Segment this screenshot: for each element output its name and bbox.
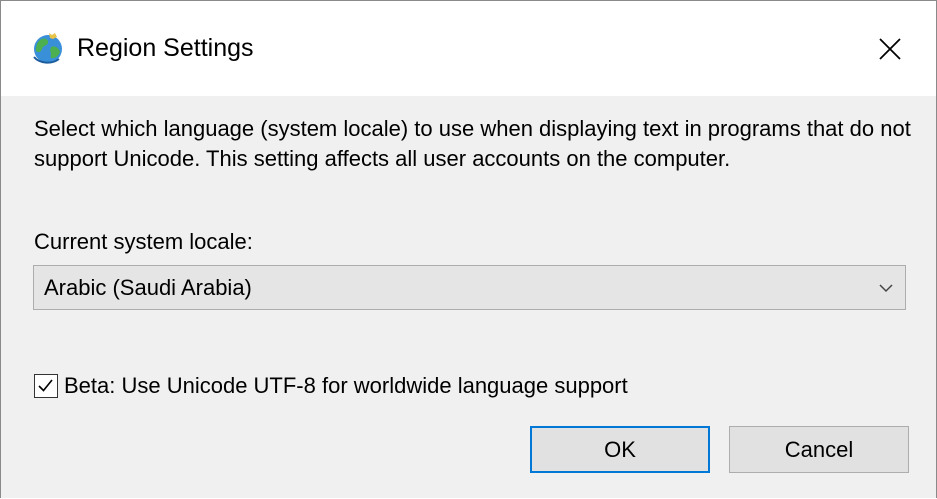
close-icon	[879, 37, 901, 60]
region-settings-dialog: Region Settings Select which language (s…	[0, 0, 937, 498]
description-text: Select which language (system locale) to…	[34, 116, 911, 171]
system-locale-dropdown[interactable]: Arabic (Saudi Arabia)	[33, 265, 906, 310]
locale-label: Current system locale:	[34, 229, 253, 254]
title-bar: Region Settings	[1, 1, 936, 96]
chevron-down-icon	[879, 284, 893, 293]
dialog-body: Select which language (system locale) to…	[1, 96, 936, 498]
ok-button[interactable]: OK	[530, 426, 710, 473]
globe-icon	[31, 31, 65, 65]
window-title: Region Settings	[77, 34, 254, 62]
beta-utf8-checkbox[interactable]	[34, 374, 58, 398]
beta-utf8-option[interactable]: Beta: Use Unicode UTF-8 for worldwide la…	[34, 371, 628, 401]
close-button[interactable]	[844, 1, 936, 96]
beta-utf8-label[interactable]: Beta: Use Unicode UTF-8 for worldwide la…	[64, 371, 628, 401]
checkmark-icon	[38, 379, 53, 392]
locale-selected-value: Arabic (Saudi Arabia)	[44, 275, 252, 300]
cancel-button[interactable]: Cancel	[729, 426, 909, 473]
